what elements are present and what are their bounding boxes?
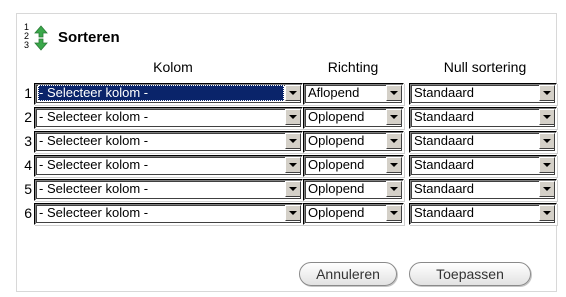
row-number: 6	[24, 205, 32, 221]
column-header-kolom: Kolom	[153, 59, 193, 75]
null-sort-select-value: Standaard	[414, 181, 474, 196]
chevron-down-icon[interactable]	[539, 157, 555, 173]
direction-select[interactable]: Oplopend	[303, 131, 404, 153]
row-number: 3	[24, 133, 32, 149]
row-number: 1	[24, 85, 32, 101]
chevron-down-icon[interactable]	[285, 133, 301, 149]
column-select-value: - Selecteer kolom -	[38, 85, 284, 101]
column-select[interactable]: - Selecteer kolom -	[34, 107, 303, 129]
chevron-down-icon[interactable]	[285, 109, 301, 125]
column-select-value: - Selecteer kolom -	[39, 133, 149, 148]
direction-select-value: Oplopend	[308, 157, 365, 172]
sort-row: 4 - Selecteer kolom - Oplopend Standaard	[17, 155, 558, 177]
column-select-value: - Selecteer kolom -	[39, 181, 149, 196]
direction-select[interactable]: Oplopend	[303, 107, 404, 129]
direction-select[interactable]: Aflopend	[303, 83, 404, 105]
chevron-down-icon[interactable]	[386, 205, 402, 221]
chevron-down-icon[interactable]	[386, 109, 402, 125]
column-select[interactable]: - Selecteer kolom -	[34, 203, 303, 225]
cancel-button[interactable]: Annuleren	[299, 262, 397, 286]
dialog-title: Sorteren	[58, 28, 120, 46]
chevron-down-icon[interactable]	[539, 85, 555, 101]
null-sort-select[interactable]: Standaard	[409, 179, 557, 201]
chevron-down-icon[interactable]	[386, 157, 402, 173]
chevron-down-icon[interactable]	[386, 181, 402, 197]
chevron-down-icon[interactable]	[539, 205, 555, 221]
column-header-null-sortering: Null sortering	[443, 59, 527, 75]
chevron-down-icon[interactable]	[285, 85, 301, 101]
column-select-value: - Selecteer kolom -	[39, 205, 149, 220]
column-select[interactable]: - Selecteer kolom -	[34, 179, 303, 201]
row-number: 2	[24, 109, 32, 125]
chevron-down-icon[interactable]	[285, 181, 301, 197]
direction-select-value: Aflopend	[308, 85, 360, 100]
sort-arrows-icon: 1 2 3	[24, 23, 52, 51]
column-header-richting: Richting	[327, 59, 379, 75]
chevron-down-icon[interactable]	[539, 133, 555, 149]
column-select[interactable]: - Selecteer kolom -	[34, 83, 303, 105]
sort-dialog: 1 2 3 Sorteren Kolom Richting Null sorte…	[16, 13, 557, 292]
sort-row: 3 - Selecteer kolom - Oplopend Standaard	[17, 131, 558, 153]
chevron-down-icon[interactable]	[386, 133, 402, 149]
sort-row: 1 - Selecteer kolom - Aflopend Standaard	[17, 83, 558, 105]
null-sort-select[interactable]: Standaard	[409, 131, 557, 153]
null-sort-select[interactable]: Standaard	[409, 107, 557, 129]
row-number: 5	[24, 181, 32, 197]
sort-row: 6 - Selecteer kolom - Oplopend Standaard	[17, 203, 558, 225]
column-select-value: - Selecteer kolom -	[39, 157, 149, 172]
chevron-down-icon[interactable]	[539, 181, 555, 197]
null-sort-select[interactable]: Standaard	[409, 155, 557, 177]
null-sort-select[interactable]: Standaard	[409, 203, 557, 225]
dialog-header: 1 2 3 Sorteren	[24, 22, 120, 52]
direction-select[interactable]: Oplopend	[303, 155, 404, 177]
sort-arrows-graphic	[34, 25, 48, 51]
null-sort-select-value: Standaard	[414, 205, 474, 220]
column-select[interactable]: - Selecteer kolom -	[34, 155, 303, 177]
null-sort-select-value: Standaard	[414, 109, 474, 124]
column-select[interactable]: - Selecteer kolom -	[34, 131, 303, 153]
direction-select-value: Oplopend	[308, 205, 365, 220]
chevron-down-icon[interactable]	[285, 205, 301, 221]
sort-row: 2 - Selecteer kolom - Oplopend Standaard	[17, 107, 558, 129]
row-number: 4	[24, 157, 32, 173]
direction-select[interactable]: Oplopend	[303, 179, 404, 201]
direction-select-value: Oplopend	[308, 133, 365, 148]
direction-select-value: Oplopend	[308, 109, 365, 124]
direction-select-value: Oplopend	[308, 181, 365, 196]
chevron-down-icon[interactable]	[386, 85, 402, 101]
sort-row: 5 - Selecteer kolom - Oplopend Standaard	[17, 179, 558, 201]
null-sort-select-value: Standaard	[414, 133, 474, 148]
column-select-value: - Selecteer kolom -	[39, 109, 149, 124]
chevron-down-icon[interactable]	[539, 109, 555, 125]
null-sort-select-value: Standaard	[414, 85, 474, 100]
null-sort-select[interactable]: Standaard	[409, 83, 557, 105]
sort-icon-digits: 1 2 3	[24, 22, 30, 50]
direction-select[interactable]: Oplopend	[303, 203, 404, 225]
null-sort-select-value: Standaard	[414, 157, 474, 172]
chevron-down-icon[interactable]	[285, 157, 301, 173]
apply-button[interactable]: Toepassen	[409, 262, 531, 286]
